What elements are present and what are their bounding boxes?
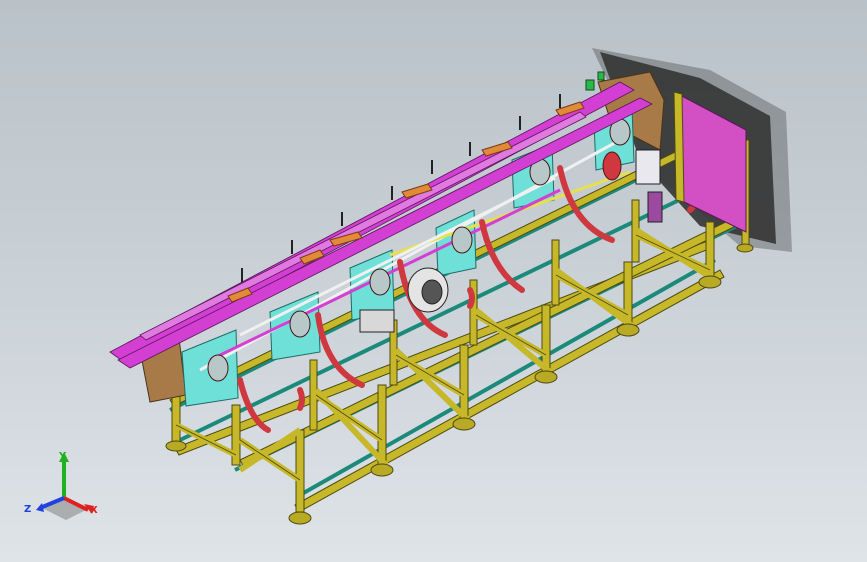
accent-2 (597, 71, 605, 81)
foot-5 (534, 370, 558, 384)
triad-y-label: Y (59, 451, 67, 462)
diag-1 (238, 427, 302, 473)
leg-10 (309, 359, 318, 431)
pulley-4 (451, 226, 473, 254)
cad-viewport[interactable]: X Y Z (0, 0, 867, 562)
gearbox-housing (635, 149, 661, 185)
leg-1 (171, 389, 181, 449)
triad-z-label: Z (24, 504, 32, 515)
pulley-3 (369, 268, 391, 296)
motor-base (359, 309, 395, 333)
foot-3 (370, 463, 394, 477)
accent-1 (585, 79, 595, 91)
conveyor-assembly-model[interactable] (0, 0, 867, 562)
gearbox-block (647, 191, 663, 223)
belt-7 (297, 387, 305, 411)
belt-8 (467, 287, 475, 309)
triad-z-arrow (36, 503, 44, 512)
support-frame (169, 129, 750, 513)
foot-1 (165, 440, 187, 452)
foot-8 (736, 243, 754, 253)
pulley-1 (207, 354, 229, 382)
panel-frame (673, 91, 685, 203)
foot-7 (698, 275, 722, 289)
coordinate-triad[interactable]: X Y Z (22, 448, 112, 528)
leg-3 (295, 429, 305, 513)
motor-gear (421, 279, 443, 305)
triad-x-label: X (90, 505, 98, 516)
foot-4 (452, 417, 476, 431)
drive-pulley (602, 151, 622, 181)
foot-2 (288, 511, 312, 525)
foot-6 (616, 323, 640, 337)
pulley-2 (289, 310, 311, 338)
triad-graphic (36, 452, 94, 520)
